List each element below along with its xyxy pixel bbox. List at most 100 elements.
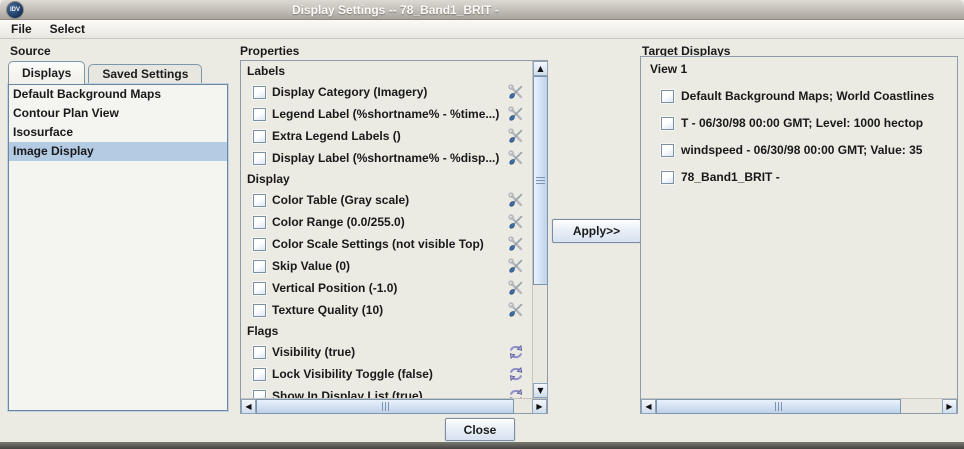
tools-icon[interactable] <box>508 214 524 230</box>
checkbox[interactable] <box>253 108 266 121</box>
left-arrow-icon: ◀ <box>245 403 251 411</box>
cycle-icon[interactable] <box>508 344 524 360</box>
checkbox[interactable] <box>253 86 266 99</box>
property-row-legend-label: Legend Label (%shortname% - %time...) <box>241 103 532 125</box>
property-label: Skip Value (0) <box>272 259 350 273</box>
property-label: Color Range (0.0/255.0) <box>272 215 405 229</box>
property-row-texture-quality: Texture Quality (10) <box>241 299 532 321</box>
vertical-scroll-thumb[interactable] <box>533 76 548 285</box>
property-label: Display Label (%shortname% - %disp...) <box>272 151 499 165</box>
checkbox[interactable] <box>253 130 266 143</box>
titlebar: IDV Display Settings -- 78_Band1_BRIT - <box>0 0 964 20</box>
tools-icon[interactable] <box>508 150 524 166</box>
checkbox[interactable] <box>253 194 266 207</box>
close-button[interactable]: Close <box>445 418 515 441</box>
target-horizontal-scrollbar[interactable]: ◀ ▶ <box>641 398 957 413</box>
target-displays-scrollpane: View 1 Default Background Maps; World Co… <box>640 56 958 414</box>
idv-logo-icon: IDV <box>7 2 23 18</box>
source-display-list: Default Background Maps Contour Plan Vie… <box>8 84 228 411</box>
property-row-display-category: Display Category (Imagery) <box>241 81 532 103</box>
scroll-left-button[interactable]: ◀ <box>641 399 656 414</box>
tab-displays[interactable]: Displays <box>8 61 85 84</box>
horizontal-scroll-thumb[interactable] <box>256 399 514 414</box>
tools-icon[interactable] <box>508 280 524 296</box>
scroll-down-button[interactable]: ▼ <box>533 383 548 398</box>
horizontal-scroll-thumb[interactable] <box>656 399 901 414</box>
property-row-skip-value: Skip Value (0) <box>241 255 532 277</box>
display-settings-dialog: IDV Display Settings -- 78_Band1_BRIT - … <box>0 0 964 449</box>
checkbox[interactable] <box>253 238 266 251</box>
properties-viewport: Labels Display Category (Imagery) Legend… <box>241 61 532 398</box>
checkbox[interactable] <box>253 152 266 165</box>
checkbox[interactable] <box>253 216 266 229</box>
property-row-show-in-display-list: Show In Display List (true) <box>241 385 532 398</box>
checkbox[interactable] <box>253 304 266 317</box>
tab-saved-settings[interactable]: Saved Settings <box>88 64 202 84</box>
list-item-default-background-maps[interactable]: Default Background Maps <box>9 85 227 104</box>
list-item-contour-plan-view[interactable]: Contour Plan View <box>9 104 227 123</box>
checkbox[interactable] <box>661 144 674 157</box>
properties-scrollpane: Labels Display Category (Imagery) Legend… <box>240 60 548 414</box>
checkbox[interactable] <box>253 282 266 295</box>
checkbox[interactable] <box>253 260 266 273</box>
tools-icon[interactable] <box>508 128 524 144</box>
checkbox[interactable] <box>661 90 674 103</box>
target-row-label: T - 06/30/98 00:00 GMT; Level: 1000 hect… <box>681 116 923 130</box>
property-label: Show In Display List (true) <box>272 389 423 398</box>
tools-icon[interactable] <box>508 258 524 274</box>
property-row-vertical-position: Vertical Position (-1.0) <box>241 277 532 299</box>
target-row-label: 78_Band1_BRIT - <box>681 170 780 184</box>
target-row-label: Default Background Maps; World Coastline… <box>681 89 934 103</box>
property-label: Visibility (true) <box>272 345 355 359</box>
checkbox[interactable] <box>661 117 674 130</box>
properties-vertical-scrollbar[interactable]: ▲ ▼ <box>532 61 547 398</box>
scroll-up-button[interactable]: ▲ <box>533 61 548 76</box>
property-label: Lock Visibility Toggle (false) <box>272 367 433 381</box>
checkbox[interactable] <box>253 346 266 359</box>
list-item-image-display[interactable]: Image Display <box>9 142 227 161</box>
window-bottom-border <box>0 442 964 449</box>
scroll-right-button[interactable]: ▶ <box>942 399 957 414</box>
property-row-extra-legend-labels: Extra Legend Labels () <box>241 125 532 147</box>
menu-file[interactable]: File <box>2 20 41 39</box>
cycle-icon[interactable] <box>508 388 524 398</box>
target-row-78-band1-brit: 78_Band1_BRIT - <box>641 164 957 190</box>
checkbox[interactable] <box>661 171 674 184</box>
thumb-grip <box>778 402 779 411</box>
up-arrow-icon: ▲ <box>537 65 543 73</box>
cycle-icon[interactable] <box>508 366 524 382</box>
target-displays-viewport: View 1 Default Background Maps; World Co… <box>641 57 957 398</box>
property-row-color-range: Color Range (0.0/255.0) <box>241 211 532 233</box>
tools-icon[interactable] <box>508 84 524 100</box>
property-label: Texture Quality (10) <box>272 303 383 317</box>
property-label: Legend Label (%shortname% - %time...) <box>272 107 499 121</box>
checkbox[interactable] <box>253 368 266 381</box>
checkbox[interactable] <box>253 390 266 399</box>
target-row-windspeed: windspeed - 06/30/98 00:00 GMT; Value: 3… <box>641 137 957 163</box>
scroll-right-button[interactable]: ▶ <box>532 399 547 414</box>
tools-icon[interactable] <box>508 192 524 208</box>
thumb-grip <box>385 402 386 411</box>
tools-icon[interactable] <box>508 236 524 252</box>
properties-horizontal-scrollbar[interactable]: ◀ ▶ <box>241 398 547 413</box>
source-tabs: Displays Saved Settings <box>8 61 202 84</box>
menu-select[interactable]: Select <box>41 20 94 39</box>
property-row-display-label: Display Label (%shortname% - %disp...) <box>241 147 532 169</box>
thumb-grip <box>536 180 545 181</box>
right-arrow-icon: ▶ <box>946 403 952 411</box>
idv-logo-text: IDV <box>10 7 20 13</box>
view-1-label: View 1 <box>650 62 687 76</box>
down-arrow-icon: ▼ <box>537 387 543 395</box>
right-arrow-icon: ▶ <box>536 403 542 411</box>
property-label: Vertical Position (-1.0) <box>272 281 397 295</box>
apply-button[interactable]: Apply>> <box>552 219 641 243</box>
source-label: Source <box>10 44 51 58</box>
property-row-lock-visibility-toggle: Lock Visibility Toggle (false) <box>241 363 532 385</box>
scroll-left-button[interactable]: ◀ <box>241 399 256 414</box>
window-title: Display Settings -- 78_Band1_BRIT - <box>292 3 499 17</box>
tools-icon[interactable] <box>508 106 524 122</box>
menubar: File Select <box>0 20 964 39</box>
tools-icon[interactable] <box>508 302 524 318</box>
list-item-isosurface[interactable]: Isosurface <box>9 123 227 142</box>
property-label: Color Table (Gray scale) <box>272 193 409 207</box>
